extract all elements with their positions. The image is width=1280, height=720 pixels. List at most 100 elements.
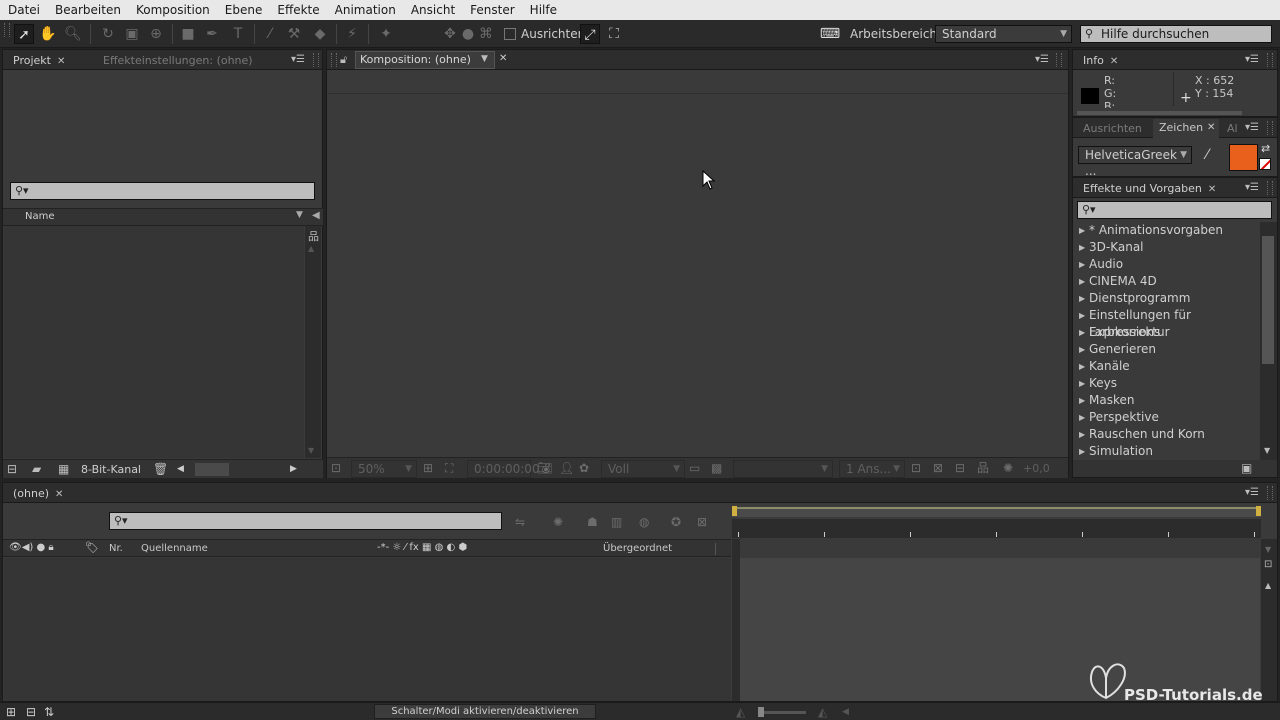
zoom-out-icon[interactable]: ◭ — [736, 705, 745, 719]
effects-search-input[interactable]: ⚲▾ — [1077, 201, 1272, 219]
scroll-left-icon[interactable]: ◀ — [842, 705, 849, 719]
expand-triangle-icon[interactable]: ▶ — [1079, 256, 1085, 273]
close-icon[interactable]: ✕ — [55, 489, 63, 500]
tab-info[interactable]: Info ✕ — [1079, 52, 1122, 70]
resolution-dropdown[interactable]: Voll ▼ — [601, 460, 685, 478]
effects-category-item[interactable]: ▶ Dienstprogramm — [1073, 290, 1260, 307]
rotate-tool-icon[interactable]: ↻ — [98, 24, 118, 44]
project-scrollbar[interactable]: 品 ▲ ▼ — [305, 226, 321, 458]
tab-composition[interactable]: Komposition: (ohne) ▼ — [355, 51, 495, 69]
hide-shy-layers-icon[interactable]: ☗ — [587, 515, 598, 529]
expand-triangle-icon[interactable]: ▶ — [1079, 239, 1085, 256]
transfer-controls-icon[interactable]: ⊟ — [26, 705, 36, 719]
hierarchy-icon[interactable]: 品 — [308, 228, 319, 244]
safe-zones-icon[interactable]: ⊞ — [423, 461, 433, 475]
column-source-name[interactable]: Quellenname — [141, 543, 208, 554]
exposure-reset-icon[interactable]: ✺ — [1003, 461, 1013, 475]
effects-category-item[interactable]: ▶ Masken — [1073, 392, 1260, 409]
scroll-left-icon[interactable]: ◀ — [177, 462, 184, 476]
panel-grip[interactable] — [1267, 486, 1273, 500]
zoom-slider-thumb[interactable] — [758, 707, 764, 717]
help-search-input[interactable]: ⚲ Hilfe durchsuchen — [1080, 25, 1272, 43]
effects-category-item[interactable]: ▶ Einstellungen für Expressions — [1073, 307, 1260, 339]
timecode-field[interactable]: 0:00:00:00 — [467, 460, 540, 478]
menu-ebene[interactable]: Ebene — [217, 3, 270, 17]
chevron-down-icon[interactable]: ▼ — [481, 54, 488, 64]
menu-effekte[interactable]: Effekte — [269, 3, 326, 17]
footer-scroll-thumb[interactable] — [195, 463, 229, 476]
effects-category-item[interactable]: ▶ Farbkorrektur — [1073, 324, 1260, 341]
scroll-up-icon[interactable]: ▲ — [308, 244, 314, 253]
axis-world-icon[interactable]: ● — [458, 24, 478, 44]
exposure-value[interactable]: +0,0 — [1023, 462, 1050, 475]
layer-switches-icon[interactable]: ⊞ — [6, 705, 16, 719]
close-icon[interactable]: ✕ — [1110, 56, 1118, 67]
tab-effects-settings[interactable]: Effekteinstellungen: (ohne) — [99, 52, 257, 70]
axis-view-icon[interactable]: ⌘ — [476, 24, 496, 44]
workspace-dropdown[interactable]: Standard ▼ — [935, 25, 1072, 43]
tab-timeline[interactable]: (ohne) ✕ — [9, 485, 67, 503]
menu-bearbeiten[interactable]: Bearbeiten — [47, 3, 128, 17]
eraser-tool-icon[interactable]: ◆ — [310, 24, 330, 44]
in-out-icon[interactable]: ⇅ — [44, 705, 54, 719]
effects-scrollbar[interactable]: ▼ — [1260, 222, 1277, 460]
panel-menu-icon[interactable]: ▾☰ — [291, 54, 305, 66]
expand-triangle-icon[interactable]: ▶ — [1079, 324, 1085, 341]
expand-triangle-icon[interactable]: ▶ — [1079, 222, 1085, 239]
effects-category-item[interactable]: ▶ Rauschen und Korn — [1073, 426, 1260, 443]
fast-previews-icon[interactable]: ⊠ — [933, 461, 943, 475]
new-preset-icon[interactable]: ▣ — [1241, 461, 1252, 475]
views-dropdown[interactable]: 1 Ans... ▼ — [839, 460, 905, 478]
panel-menu-icon[interactable]: ▾☰ — [1245, 487, 1259, 499]
effects-category-item[interactable]: ▶ * Animationsvorgaben — [1073, 222, 1260, 239]
effects-category-item[interactable]: ▶ 3D-Kanal — [1073, 239, 1260, 256]
comp-button-icon[interactable]: ⊡ — [1264, 559, 1272, 570]
work-area-bar[interactable] — [732, 506, 1261, 517]
timeline-icon[interactable]: ⊟ — [955, 461, 965, 475]
menu-komposition[interactable]: Komposition — [128, 3, 217, 17]
project-search-input[interactable]: ⚲▾ — [10, 182, 315, 200]
timeline-search-input[interactable]: ⚲▾ — [109, 512, 502, 530]
tab-effects-presets[interactable]: Effekte und Vorgaben ✕ — [1079, 180, 1220, 198]
tab-align[interactable]: Ausrichten — [1079, 120, 1146, 138]
expand-triangle-icon[interactable]: ▶ — [1079, 290, 1085, 307]
scroll-down-icon[interactable]: ▼ — [1264, 446, 1270, 455]
zoom-dropdown[interactable]: 50% ▼ — [351, 460, 417, 478]
region-of-interest-icon[interactable]: ▭ — [689, 461, 700, 475]
expand-triangle-icon[interactable]: ▶ — [1079, 443, 1085, 460]
expand-triangle-icon[interactable]: ▶ — [1079, 426, 1085, 443]
close-icon[interactable]: ✕ — [57, 56, 65, 67]
align-checkbox[interactable] — [504, 28, 516, 40]
lock-icon[interactable]: 🔓︎ — [340, 53, 347, 67]
panel-menu-icon[interactable]: ▾☰ — [1245, 122, 1259, 134]
clone-stamp-tool-icon[interactable]: ⚒ — [284, 24, 304, 44]
tab-al[interactable]: Al — [1223, 120, 1242, 138]
selection-tool-icon[interactable]: ➚ — [14, 24, 34, 44]
menu-fenster[interactable]: Fenster — [462, 3, 522, 17]
eyedropper-icon[interactable]: ⁄ — [1206, 147, 1208, 163]
work-area-start[interactable] — [732, 506, 737, 516]
flowchart-icon[interactable]: 品 — [977, 461, 989, 475]
column-parent[interactable]: Übergeordnet — [603, 543, 672, 554]
column-nr[interactable]: Nr. — [109, 543, 123, 554]
bit-depth-button[interactable]: 8-Bit-Kanal — [81, 463, 141, 476]
graph-editor-icon[interactable]: ⊠ — [697, 515, 707, 529]
color-channels-icon[interactable]: ✿ — [579, 461, 589, 475]
scroll-right-icon[interactable]: ▶ — [290, 462, 297, 476]
frame-blending-icon[interactable]: ▥ — [611, 515, 622, 529]
effects-category-item[interactable]: ▶ Simulation — [1073, 443, 1260, 460]
menu-hilfe[interactable]: Hilfe — [522, 3, 564, 17]
scroll-up-icon[interactable]: ▲ — [1265, 581, 1271, 590]
effects-category-item[interactable]: ▶ Audio — [1073, 256, 1260, 273]
effects-category-item[interactable]: ▶ Perspektive — [1073, 409, 1260, 426]
label-tag-icon[interactable]: 🏷︎ — [85, 541, 99, 554]
menu-ansicht[interactable]: Ansicht — [403, 3, 462, 17]
chevron-down-icon[interactable]: ▼ — [296, 210, 303, 220]
close-icon[interactable]: ✕ — [499, 53, 507, 64]
effects-category-item[interactable]: ▶ CINEMA 4D — [1073, 273, 1260, 290]
snap-icon[interactable]: ⤢ — [580, 24, 600, 44]
tab-character[interactable]: Zeichen ✕ — [1153, 119, 1219, 138]
mask-visibility-icon[interactable]: ⛶ — [445, 461, 453, 475]
panel-menu-icon[interactable]: ▾☰ — [1245, 54, 1259, 66]
expand-triangle-icon[interactable]: ▶ — [1079, 358, 1085, 375]
